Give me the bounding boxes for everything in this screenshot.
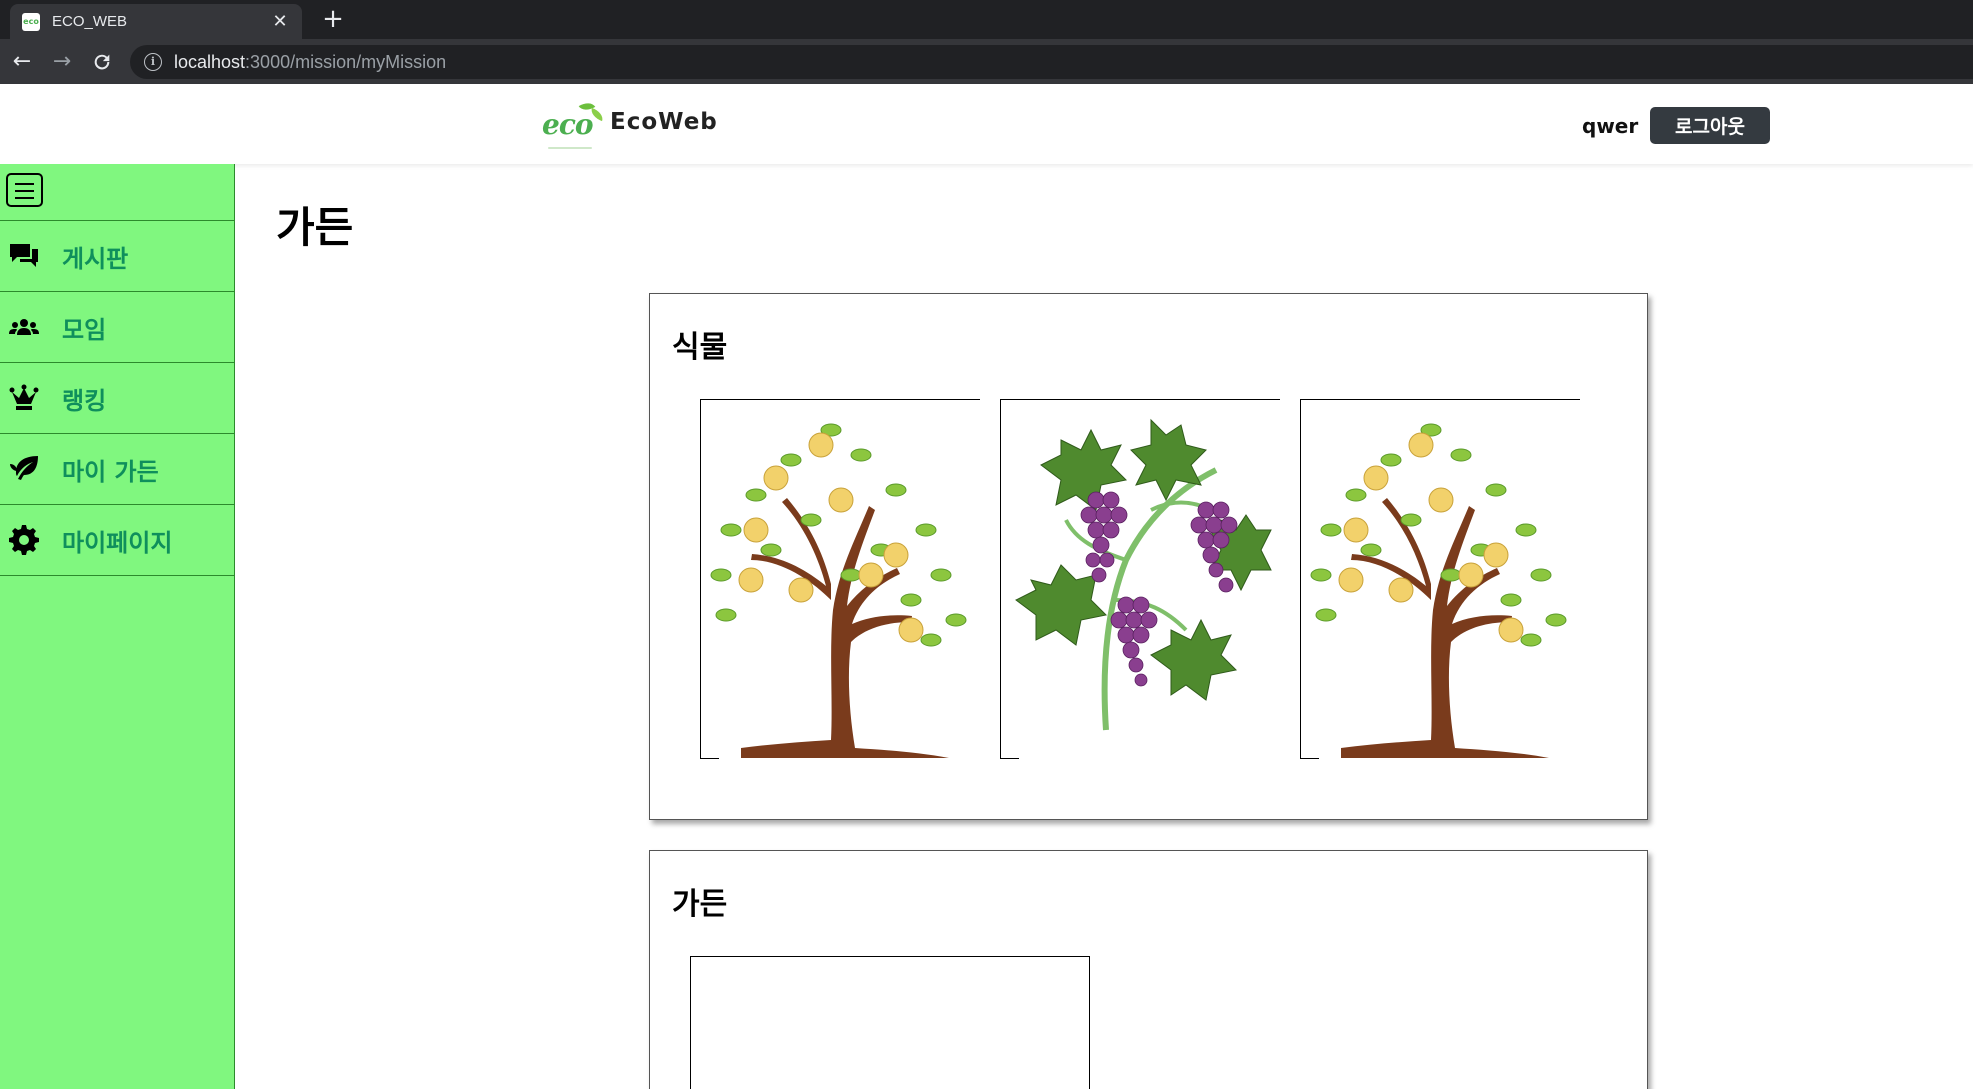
browser-tab[interactable]: eco ECO_WEB ✕ — [10, 4, 302, 39]
sidebar-item-label: 마이 가든 — [62, 457, 159, 486]
close-icon[interactable]: ✕ — [270, 11, 290, 32]
plants-card: 식물 — [649, 293, 1648, 820]
sidebar-item-board[interactable]: 게시판 — [0, 221, 235, 292]
app-header: eco EcoWeb qwer 로그아웃 — [0, 84, 1973, 164]
logo-text: eco — [542, 108, 594, 141]
forward-arrow-icon[interactable]: → — [48, 48, 76, 76]
garden-card: 가든 — [649, 850, 1648, 1089]
favicon-icon: eco — [22, 12, 40, 31]
url-host: localhost — [174, 51, 246, 72]
apple-tree-icon — [1310, 423, 1567, 758]
browser-toolbar: ← → i localhost:3000/mission/myMission — [0, 39, 1973, 84]
reload-icon[interactable] — [88, 48, 116, 76]
plant-item-apple-tree[interactable] — [700, 399, 980, 759]
chat-bubbles-icon — [8, 240, 40, 272]
logout-button[interactable]: 로그아웃 — [1650, 107, 1770, 144]
back-arrow-icon[interactable]: ← — [8, 48, 36, 76]
apple-tree-icon — [710, 423, 967, 758]
address-bar[interactable]: i localhost:3000/mission/myMission — [130, 45, 1973, 79]
gear-icon — [8, 524, 40, 556]
logo-underline — [548, 147, 592, 149]
sidebar-item-meeting[interactable]: 모임 — [0, 292, 235, 363]
page-title: 가든 — [276, 203, 354, 252]
plant-item-apple-tree[interactable] — [1300, 399, 1580, 759]
crown-icon — [8, 382, 40, 414]
browser-tab-bar: eco ECO_WEB ✕ + — [0, 0, 1973, 39]
site-info-icon[interactable]: i — [144, 53, 162, 71]
url-path: :3000/mission/myMission — [245, 51, 447, 72]
sidebar-item-label: 마이페이지 — [62, 528, 173, 557]
sidebar-item-ranking[interactable]: 랭킹 — [0, 363, 235, 434]
sidebar-menu: 게시판 모임 랭킹 마이 가든 마이페이지 — [0, 220, 235, 576]
brand-name: EcoWeb — [610, 109, 718, 135]
sidebar-item-label: 게시판 — [62, 244, 129, 273]
tab-title: ECO_WEB — [52, 13, 128, 30]
grape-vine-icon — [1015, 418, 1272, 731]
username: qwer — [1582, 114, 1639, 138]
leaf-icon — [8, 453, 40, 485]
sidebar-item-my-garden[interactable]: 마이 가든 — [0, 434, 235, 505]
plants-card-title: 식물 — [672, 330, 728, 365]
users-icon — [8, 311, 40, 343]
plant-item-grape-vine[interactable] — [1000, 399, 1280, 759]
hamburger-menu-icon[interactable] — [6, 173, 43, 207]
new-tab-icon[interactable]: + — [320, 4, 346, 34]
sidebar-item-my-page[interactable]: 마이페이지 — [0, 505, 235, 576]
brand[interactable]: eco EcoWeb — [540, 96, 718, 149]
sidebar: 게시판 모임 랭킹 마이 가든 마이페이지 — [0, 164, 235, 1089]
sidebar-item-label: 랭킹 — [62, 386, 107, 415]
garden-card-title: 가든 — [672, 887, 728, 922]
garden-drop-area[interactable] — [690, 956, 1090, 1089]
sidebar-item-label: 모임 — [62, 315, 107, 344]
eco-logo: eco — [540, 96, 606, 149]
